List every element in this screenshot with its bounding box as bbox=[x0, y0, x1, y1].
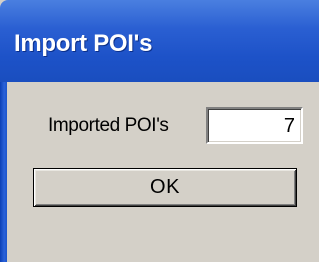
window-frame-left bbox=[0, 82, 7, 262]
ok-button[interactable]: OK bbox=[33, 168, 297, 207]
window-title: Import POI's bbox=[14, 30, 153, 57]
imported-pois-count-field[interactable]: 7 bbox=[206, 107, 303, 144]
ok-button-label: OK bbox=[150, 176, 180, 198]
imported-pois-label: Imported POI's bbox=[48, 115, 169, 136]
import-pois-dialog: Import POI's Imported POI's 7 OK bbox=[0, 0, 321, 262]
title-bar[interactable]: Import POI's bbox=[0, 0, 319, 82]
dialog-client-area: Imported POI's 7 OK bbox=[7, 82, 319, 262]
imported-pois-count-value: 7 bbox=[283, 115, 295, 137]
